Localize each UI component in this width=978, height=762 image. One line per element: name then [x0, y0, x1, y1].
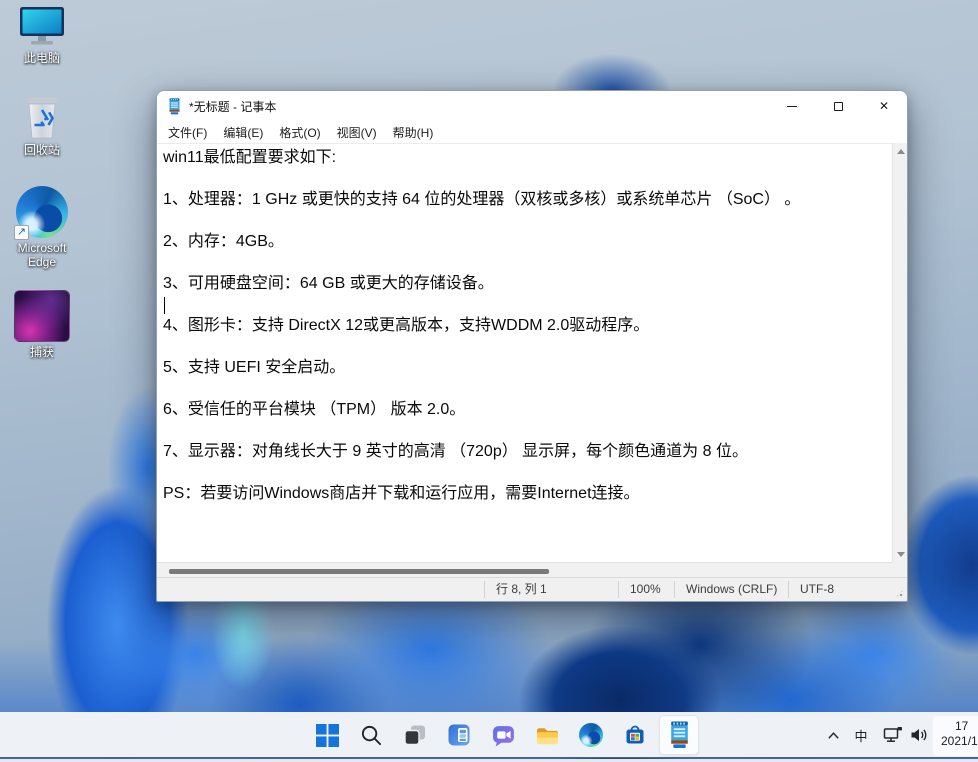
menu-bar: 文件(F) 编辑(E) 格式(O) 视图(V) 帮助(H) — [157, 121, 907, 143]
text-line: 6、受信任的平台模块 （TPM） 版本 2.0。 — [163, 401, 466, 418]
ime-indicator[interactable]: 中 — [848, 721, 874, 749]
maximize-button[interactable] — [815, 91, 861, 121]
ethernet-icon — [883, 727, 902, 742]
desktop-icon-recycle-bin[interactable]: 回收站 — [0, 94, 84, 157]
maximize-icon — [833, 101, 843, 111]
text-line: 3、可用硬盘空间：64 GB 或更大的存储设备。 — [163, 275, 494, 292]
text-line — [157, 252, 894, 273]
menu-edit[interactable]: 编辑(E) — [215, 122, 271, 143]
clock-time[interactable]: 17 — [955, 719, 968, 734]
encoding-status: UTF-8 — [800, 582, 834, 596]
text-line: 4、图形卡：支持 DirectX 12或更高版本，支持WDDM 2.0驱动程序。 — [163, 317, 650, 334]
notepad-window: *无标题 - 记事本 ✕ 文件(F) 编辑(E) 格式(O) 视图(V) 帮助(… — [156, 90, 908, 602]
desktop-icon-this-pc[interactable]: 此电脑 — [0, 6, 84, 65]
arrow-down-icon — [896, 551, 905, 557]
line-ending-status: Windows (CRLF) — [686, 582, 778, 596]
desktop-icon-label: 此电脑 — [23, 51, 60, 65]
this-pc-icon — [0, 6, 84, 48]
task-view-button[interactable] — [395, 715, 435, 755]
store-button[interactable] — [615, 715, 655, 755]
vertical-scrollbar[interactable] — [892, 143, 907, 562]
menu-file[interactable]: 文件(F) — [160, 122, 215, 143]
zoom-level-status: 100% — [630, 582, 661, 596]
clock-date[interactable]: 2021/12 — [941, 734, 978, 749]
scroll-down-button[interactable] — [893, 546, 908, 562]
shortcut-arrow-icon: ↗ — [14, 225, 29, 240]
text-caret — [164, 297, 165, 314]
text-line — [157, 294, 894, 315]
text-line — [157, 378, 894, 399]
recycle-bin-icon — [0, 94, 84, 140]
menu-view[interactable]: 视图(V) — [329, 122, 385, 143]
file-explorer-button[interactable] — [527, 715, 567, 755]
desktop-icon-microsoft-edge[interactable]: ↗ Microsoft Edge — [0, 186, 84, 269]
text-line: 5、支持 UEFI 安全启动。 — [163, 359, 346, 376]
speaker-icon — [911, 729, 926, 741]
text-line: 1、处理器：1 GHz 或更快的支持 64 位的处理器（双核或多核）或系统单芯片… — [163, 191, 801, 208]
status-bar: 行 8, 列 1 100% Windows (CRLF) UTF-8 — [157, 577, 907, 601]
tray-overflow-button[interactable] — [820, 721, 846, 749]
horizontal-scroll-thumb[interactable] — [169, 569, 549, 574]
chat-button[interactable] — [483, 715, 523, 755]
cursor-position-status: 行 8, 列 1 — [496, 582, 547, 596]
folder-icon — [536, 727, 558, 744]
capture-image-thumbnail — [14, 290, 70, 342]
minimize-icon — [787, 105, 797, 107]
desktop-icon-label: 回收站 — [23, 143, 60, 157]
desktop-icon-label: 捕获 — [29, 345, 54, 359]
window-title: *无标题 - 记事本 — [189, 99, 277, 114]
task-view-icon — [404, 725, 425, 746]
notepad-taskbar-button[interactable] — [659, 715, 699, 755]
text-line — [157, 168, 894, 189]
text-line: PS：若要访问Windows商店并下载和运行应用，需要Internet连接。 — [163, 485, 640, 502]
menu-help[interactable]: 帮助(H) — [385, 122, 442, 143]
chat-icon — [492, 725, 514, 746]
search-button[interactable] — [351, 715, 391, 755]
edge-icon — [579, 723, 603, 747]
text-line — [157, 462, 894, 483]
text-line: 7、显示器：对角线长大于 9 英寸的高清 （720p） 显示屏，每个颜色通道为 … — [163, 443, 748, 460]
search-icon — [361, 725, 381, 745]
network-button[interactable] — [878, 721, 908, 749]
close-icon: ✕ — [878, 99, 890, 113]
desktop-icon-capture[interactable]: 捕获 — [0, 290, 84, 359]
text-line — [157, 336, 894, 357]
close-button[interactable]: ✕ — [861, 91, 907, 121]
start-button[interactable] — [307, 715, 347, 755]
minimize-button[interactable] — [769, 91, 815, 121]
window-resize-grip[interactable] — [895, 589, 904, 598]
widgets-button[interactable] — [439, 715, 479, 755]
notepad-app-icon — [169, 97, 180, 114]
desktop-icon-label: Microsoft Edge — [17, 241, 67, 269]
arrow-up-icon — [896, 148, 905, 154]
text-editor-area[interactable]: win11最低配置要求如下: 1、处理器：1 GHz 或更快的支持 64 位的处… — [157, 143, 894, 562]
store-icon — [626, 725, 644, 744]
edge-button[interactable] — [571, 715, 611, 755]
notepad-icon — [670, 721, 688, 748]
windows-logo-icon — [315, 723, 339, 747]
taskbar: 中 — [0, 712, 978, 758]
chevron-up-icon — [827, 731, 839, 739]
menu-format[interactable]: 格式(O) — [271, 122, 328, 143]
text-line: 2、内存：4GB。 — [163, 233, 284, 250]
text-line: win11最低配置要求如下: — [163, 149, 337, 166]
title-bar[interactable]: *无标题 - 记事本 ✕ — [157, 91, 907, 121]
edge-icon: ↗ — [14, 186, 68, 240]
text-line — [157, 420, 894, 441]
scroll-up-button[interactable] — [893, 143, 908, 159]
widgets-icon — [448, 724, 470, 746]
text-line — [157, 210, 894, 231]
volume-button[interactable] — [906, 721, 932, 749]
